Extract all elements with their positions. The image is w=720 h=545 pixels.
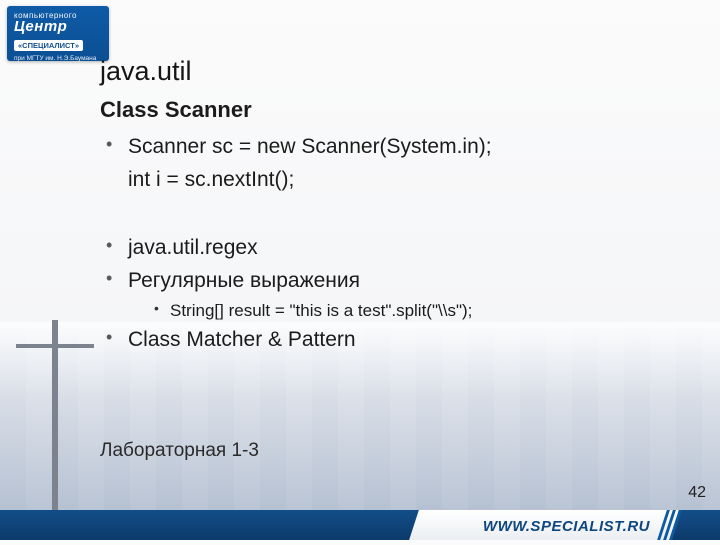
logo-line4: при МГТУ им. Н.Э.Баумана xyxy=(14,55,102,62)
bullet-list: java.util.regex Регулярные выражения Str… xyxy=(100,232,696,357)
slide-content: java.util Class Scanner Scanner sc = new… xyxy=(100,56,696,357)
lab-label: Лабораторная 1-3 xyxy=(100,440,259,462)
logo-line2: Центр xyxy=(14,18,102,35)
sub-bullet-list: String[] result = "this is a test".split… xyxy=(150,297,696,324)
list-item-label: Регулярные выражения xyxy=(128,269,360,292)
list-item: Class Matcher & Pattern xyxy=(100,324,696,357)
slide-subtitle: Class Scanner xyxy=(100,97,696,123)
page-number: 42 xyxy=(688,484,706,502)
footer-separator-icon xyxy=(662,510,680,540)
list-item: java.util.regex xyxy=(100,232,696,265)
bullet-list: Scanner sc = new Scanner(System.in); xyxy=(100,131,696,164)
slide-title: java.util xyxy=(100,56,696,87)
list-item: Регулярные выражения String[] result = "… xyxy=(100,265,696,325)
logo-line1: компьютерного xyxy=(14,11,102,20)
list-item: Scanner sc = new Scanner(System.in); xyxy=(100,131,696,164)
footer-url: WWW.SPECIALIST.RU xyxy=(483,518,650,535)
code-line: int i = sc.nextInt(); xyxy=(128,164,696,197)
logo-line3: «СПЕЦИАЛИСТ» xyxy=(14,40,83,51)
brand-logo: компьютерного Центр «СПЕЦИАЛИСТ» при МГТ… xyxy=(7,6,109,61)
sub-list-item: String[] result = "this is a test".split… xyxy=(150,297,696,324)
background-mast xyxy=(52,320,58,510)
